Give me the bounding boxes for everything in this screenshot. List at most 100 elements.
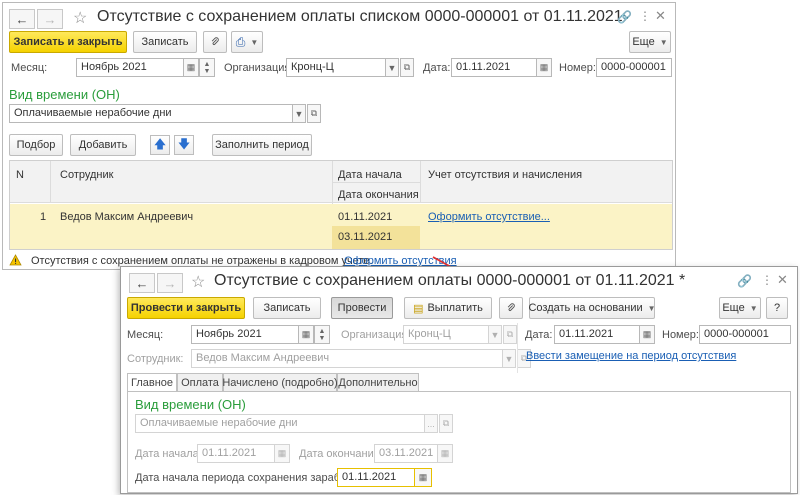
window-title: Отсутствие с сохранением оплаты 0000-000… — [214, 272, 686, 289]
back-button[interactable]: ← — [9, 9, 35, 29]
dropdown-icon[interactable]: ▼ — [385, 58, 399, 77]
organization-field[interactable]: Кронц-Ц — [403, 325, 489, 344]
month-stepper[interactable]: ▲ ▼ — [199, 58, 215, 77]
close-icon[interactable]: ✕ — [655, 8, 666, 24]
printer-icon: ⎙ — [235, 34, 246, 49]
document-icon: ▤ — [413, 302, 424, 315]
open-icon[interactable]: ⧉ — [439, 414, 453, 433]
open-icon[interactable]: ⧉ — [307, 104, 321, 123]
dropdown-icon[interactable]: ▼ — [292, 104, 306, 123]
favorite-star-icon[interactable]: ☆ — [73, 8, 87, 28]
pay-button[interactable]: ▤ Выплатить — [404, 297, 492, 319]
month-stepper[interactable]: ▲ ▼ — [314, 325, 330, 344]
time-type-heading: Вид времени (ОН) — [135, 397, 246, 412]
back-button[interactable]: ← — [129, 273, 155, 293]
arrow-right-icon: → — [43, 11, 57, 27]
chevron-down-icon: ▼ — [250, 37, 259, 47]
help-button[interactable]: ? — [766, 297, 788, 319]
menu-dots-icon[interactable]: ⋮ — [761, 273, 773, 287]
calendar-icon[interactable]: ▦ — [414, 468, 432, 487]
column-header-accounting[interactable]: Учет отсутствия и начисления — [428, 169, 582, 181]
fill-period-button[interactable]: Заполнить период — [212, 134, 312, 156]
post-button[interactable]: Провести — [331, 297, 393, 319]
calendar-icon[interactable]: ▦ — [183, 58, 199, 77]
register-absence-link[interactable]: Оформить отсутствие... — [428, 211, 550, 223]
tab-additional[interactable]: Дополнительно — [337, 373, 419, 391]
tab-payment[interactable]: Оплата — [177, 373, 223, 391]
date-field[interactable]: 01.11.2021 — [554, 325, 640, 344]
end-date-label: Дата окончания: — [299, 448, 383, 460]
number-field[interactable]: 0000-000001 — [699, 325, 791, 344]
calendar-icon[interactable]: ▦ — [298, 325, 314, 344]
save-button[interactable]: Записать — [133, 31, 197, 53]
column-header-employee[interactable]: Сотрудник — [60, 169, 113, 181]
date-label: Дата: — [423, 62, 451, 74]
organization-field[interactable]: Кронц-Ц — [286, 58, 386, 77]
date-field[interactable]: 01.11.2021 — [451, 58, 537, 77]
more-options-icon[interactable]: ... — [424, 414, 438, 433]
column-header-n[interactable]: N — [16, 169, 24, 181]
calendar-icon[interactable]: ▦ — [437, 444, 453, 463]
date-label: Дата: — [525, 329, 553, 341]
save-button[interactable]: Записать — [253, 297, 321, 319]
table-row[interactable]: 1 Ведов Максим Андреевич 01.11.2021 03.1… — [10, 204, 672, 249]
more-button[interactable]: Еще ▼ — [719, 297, 761, 319]
tab-accrued-detailed[interactable]: Начислено (подробно) — [222, 373, 338, 391]
row-employee: Ведов Максим Андреевич — [60, 211, 194, 223]
month-label: Месяц: — [127, 329, 164, 341]
single-document-window: ← → ☆ Отсутствие с сохранением оплаты 00… — [120, 266, 798, 494]
pick-button[interactable]: Подбор — [9, 134, 63, 156]
column-header-end-date[interactable]: Дата окончания — [338, 189, 419, 201]
employee-field[interactable]: Ведов Максим Андреевич — [191, 349, 503, 368]
dropdown-icon[interactable]: ▼ — [502, 349, 516, 368]
arrow-left-icon: ← — [135, 275, 149, 291]
create-based-label: Создать на основании — [528, 302, 643, 314]
more-button[interactable]: Еще ▼ — [629, 31, 671, 53]
attach-button[interactable] — [203, 31, 227, 53]
create-based-on-button[interactable]: Создать на основании ▼ — [528, 297, 656, 319]
pay-period-start-field[interactable]: 01.11.2021 — [337, 468, 415, 487]
forward-button[interactable]: → — [37, 9, 63, 29]
calendar-icon[interactable]: ▦ — [639, 325, 655, 344]
header-divider — [332, 182, 420, 183]
end-date-field[interactable]: 03.11.2021 — [374, 444, 438, 463]
replacement-link[interactable]: Ввести замещение на период отсутствия — [526, 350, 736, 362]
arrow-left-icon: ← — [15, 11, 29, 27]
add-button[interactable]: Добавить — [70, 134, 136, 156]
link-icon[interactable]: 🔗 — [737, 274, 752, 288]
pay-period-start-label: Дата начала периода сохранения заработка… — [135, 472, 366, 484]
paperclip-icon — [507, 303, 515, 312]
start-date-label: Дата начала: — [135, 448, 202, 460]
start-date-field[interactable]: 01.11.2021 — [197, 444, 275, 463]
link-icon[interactable]: 🔗 — [617, 10, 632, 24]
close-icon[interactable]: ✕ — [777, 272, 788, 288]
column-divider — [517, 323, 518, 373]
dropdown-icon[interactable]: ▼ — [488, 325, 502, 344]
print-button[interactable]: ⎙ ▼ — [231, 31, 263, 53]
save-and-close-button[interactable]: Записать и закрыть — [9, 31, 127, 53]
forward-button[interactable]: → — [157, 273, 183, 293]
tab-main[interactable]: Главное — [127, 373, 177, 392]
open-icon[interactable]: ⧉ — [400, 58, 414, 77]
calendar-icon[interactable]: ▦ — [536, 58, 552, 77]
move-down-button[interactable]: 🡇 — [174, 135, 194, 155]
more-label: Еще — [722, 302, 745, 314]
open-icon[interactable]: ⧉ — [503, 325, 517, 344]
time-type-field[interactable]: Оплачиваемые нерабочие дни — [135, 414, 425, 433]
column-separator — [420, 161, 421, 203]
arrow-right-icon: → — [163, 275, 177, 291]
month-field[interactable]: Ноябрь 2021 — [191, 325, 299, 344]
menu-dots-icon[interactable]: ⋮ — [639, 9, 651, 23]
paperclip-icon — [211, 37, 219, 46]
month-field[interactable]: Ноябрь 2021 — [76, 58, 184, 77]
column-header-start-date[interactable]: Дата начала — [338, 169, 402, 181]
move-up-button[interactable]: 🡅 — [150, 135, 170, 155]
list-document-window: ← → ☆ Отсутствие с сохранением оплаты сп… — [2, 2, 676, 270]
post-and-close-button[interactable]: Провести и закрыть — [127, 297, 245, 319]
time-type-field[interactable]: Оплачиваемые нерабочие дни — [9, 104, 293, 123]
column-separator — [50, 161, 51, 203]
attach-button[interactable] — [499, 297, 523, 319]
calendar-icon[interactable]: ▦ — [274, 444, 290, 463]
number-field[interactable]: 0000-000001 — [596, 58, 672, 77]
favorite-star-icon[interactable]: ☆ — [191, 272, 205, 292]
